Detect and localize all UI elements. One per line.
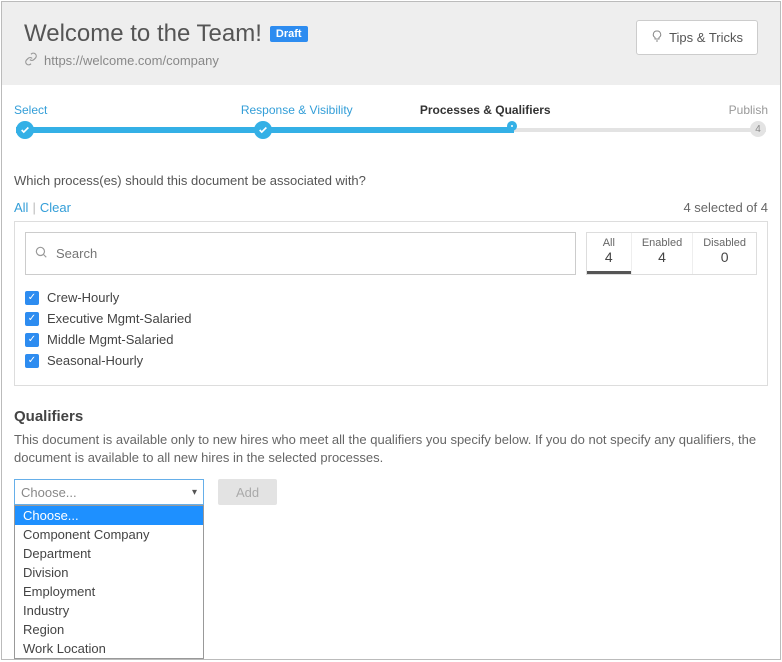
checkbox-checked-icon[interactable]: ✓: [25, 354, 39, 368]
checkbox-checked-icon[interactable]: ✓: [25, 333, 39, 347]
search-icon: [34, 245, 48, 262]
page-title-text: Welcome to the Team!: [24, 20, 262, 48]
tab-disabled-label: Disabled: [703, 237, 746, 249]
qualifier-select-value: Choose...: [21, 485, 77, 500]
content-area: Which process(es) should this document b…: [2, 147, 780, 505]
search-area: All 4 Enabled 4 Disabled 0: [25, 232, 757, 275]
checkbox-checked-icon[interactable]: ✓: [25, 312, 39, 326]
clear-link[interactable]: Clear: [40, 200, 71, 215]
dropdown-option[interactable]: Component Company: [15, 525, 203, 544]
page-title: Welcome to the Team! Draft: [24, 20, 636, 48]
list-item[interactable]: ✓ Executive Mgmt-Salaried: [25, 308, 757, 329]
tab-enabled-count: 4: [658, 249, 666, 265]
count-tabs: All 4 Enabled 4 Disabled 0: [586, 232, 757, 275]
tab-enabled[interactable]: Enabled 4: [631, 233, 692, 274]
source-url: https://welcome.com/company: [44, 53, 219, 68]
process-label: Middle Mgmt-Salaried: [47, 332, 173, 347]
process-list-box: All 4 Enabled 4 Disabled 0 ✓ Cre: [14, 221, 768, 386]
list-item[interactable]: ✓ Seasonal-Hourly: [25, 350, 757, 371]
list-item[interactable]: ✓ Crew-Hourly: [25, 287, 757, 308]
step-node-4[interactable]: 4: [750, 121, 766, 137]
tab-all-label: All: [597, 237, 621, 249]
status-badge: Draft: [270, 26, 308, 42]
source-row: https://welcome.com/company: [24, 52, 636, 69]
dropdown-option[interactable]: Work Location: [15, 639, 203, 658]
dropdown-option[interactable]: Choose...: [15, 506, 203, 525]
dropdown-option[interactable]: Department: [15, 544, 203, 563]
process-list: ✓ Crew-Hourly ✓ Executive Mgmt-Salaried …: [25, 287, 757, 375]
qualifier-select[interactable]: Choose... ▾: [14, 479, 204, 505]
wizard-stepper: Select Response & Visibility Processes &…: [2, 85, 780, 147]
step-node-1[interactable]: [16, 121, 34, 139]
qualifier-row: Choose... ▾ Choose... Component Company …: [14, 479, 768, 505]
process-question: Which process(es) should this document b…: [14, 173, 768, 188]
stepper-track: 4: [14, 121, 768, 139]
checkbox-checked-icon[interactable]: ✓: [25, 291, 39, 305]
title-wrap: Welcome to the Team! Draft https://welco…: [24, 20, 636, 69]
tab-disabled[interactable]: Disabled 0: [692, 233, 756, 274]
process-label: Executive Mgmt-Salaried: [47, 311, 192, 326]
tab-all[interactable]: All 4: [587, 233, 631, 274]
tab-enabled-label: Enabled: [642, 237, 682, 249]
search-input[interactable]: [54, 245, 567, 262]
selected-count: 4 selected of 4: [683, 200, 768, 215]
separator: |: [32, 200, 35, 215]
filter-row: All | Clear 4 selected of 4: [14, 200, 768, 215]
step-select[interactable]: Select: [14, 103, 203, 117]
qualifiers-heading: Qualifiers: [14, 408, 768, 425]
step-publish[interactable]: Publish: [580, 103, 769, 117]
qualifier-dropdown: Choose... Component Company Department D…: [14, 505, 204, 659]
lightbulb-icon: [651, 29, 663, 46]
page-frame: Welcome to the Team! Draft https://welco…: [1, 1, 781, 660]
link-icon: [24, 52, 38, 69]
search-wrap[interactable]: [25, 232, 576, 275]
dropdown-option[interactable]: Region: [15, 620, 203, 639]
qualifiers-description: This document is available only to new h…: [14, 431, 768, 467]
step-processes-qualifiers[interactable]: Processes & Qualifiers: [391, 103, 580, 117]
tab-all-count: 4: [605, 249, 613, 265]
dropdown-option[interactable]: Employment: [15, 582, 203, 601]
select-all-link[interactable]: All: [14, 200, 28, 215]
page-header: Welcome to the Team! Draft https://welco…: [2, 2, 780, 85]
step-response-visibility[interactable]: Response & Visibility: [203, 103, 392, 117]
dropdown-option[interactable]: Industry: [15, 601, 203, 620]
process-label: Seasonal-Hourly: [47, 353, 143, 368]
step-node-2[interactable]: [254, 121, 272, 139]
tips-tricks-label: Tips & Tricks: [669, 30, 743, 45]
step-node-3[interactable]: [507, 121, 517, 131]
tab-disabled-count: 0: [721, 249, 729, 265]
step-labels: Select Response & Visibility Processes &…: [14, 103, 768, 117]
chevron-down-icon: ▾: [192, 487, 197, 498]
filter-links: All | Clear: [14, 200, 71, 215]
add-qualifier-button[interactable]: Add: [218, 479, 277, 505]
list-item[interactable]: ✓ Middle Mgmt-Salaried: [25, 329, 757, 350]
tips-tricks-button[interactable]: Tips & Tricks: [636, 20, 758, 55]
process-label: Crew-Hourly: [47, 290, 119, 305]
dropdown-option[interactable]: Division: [15, 563, 203, 582]
